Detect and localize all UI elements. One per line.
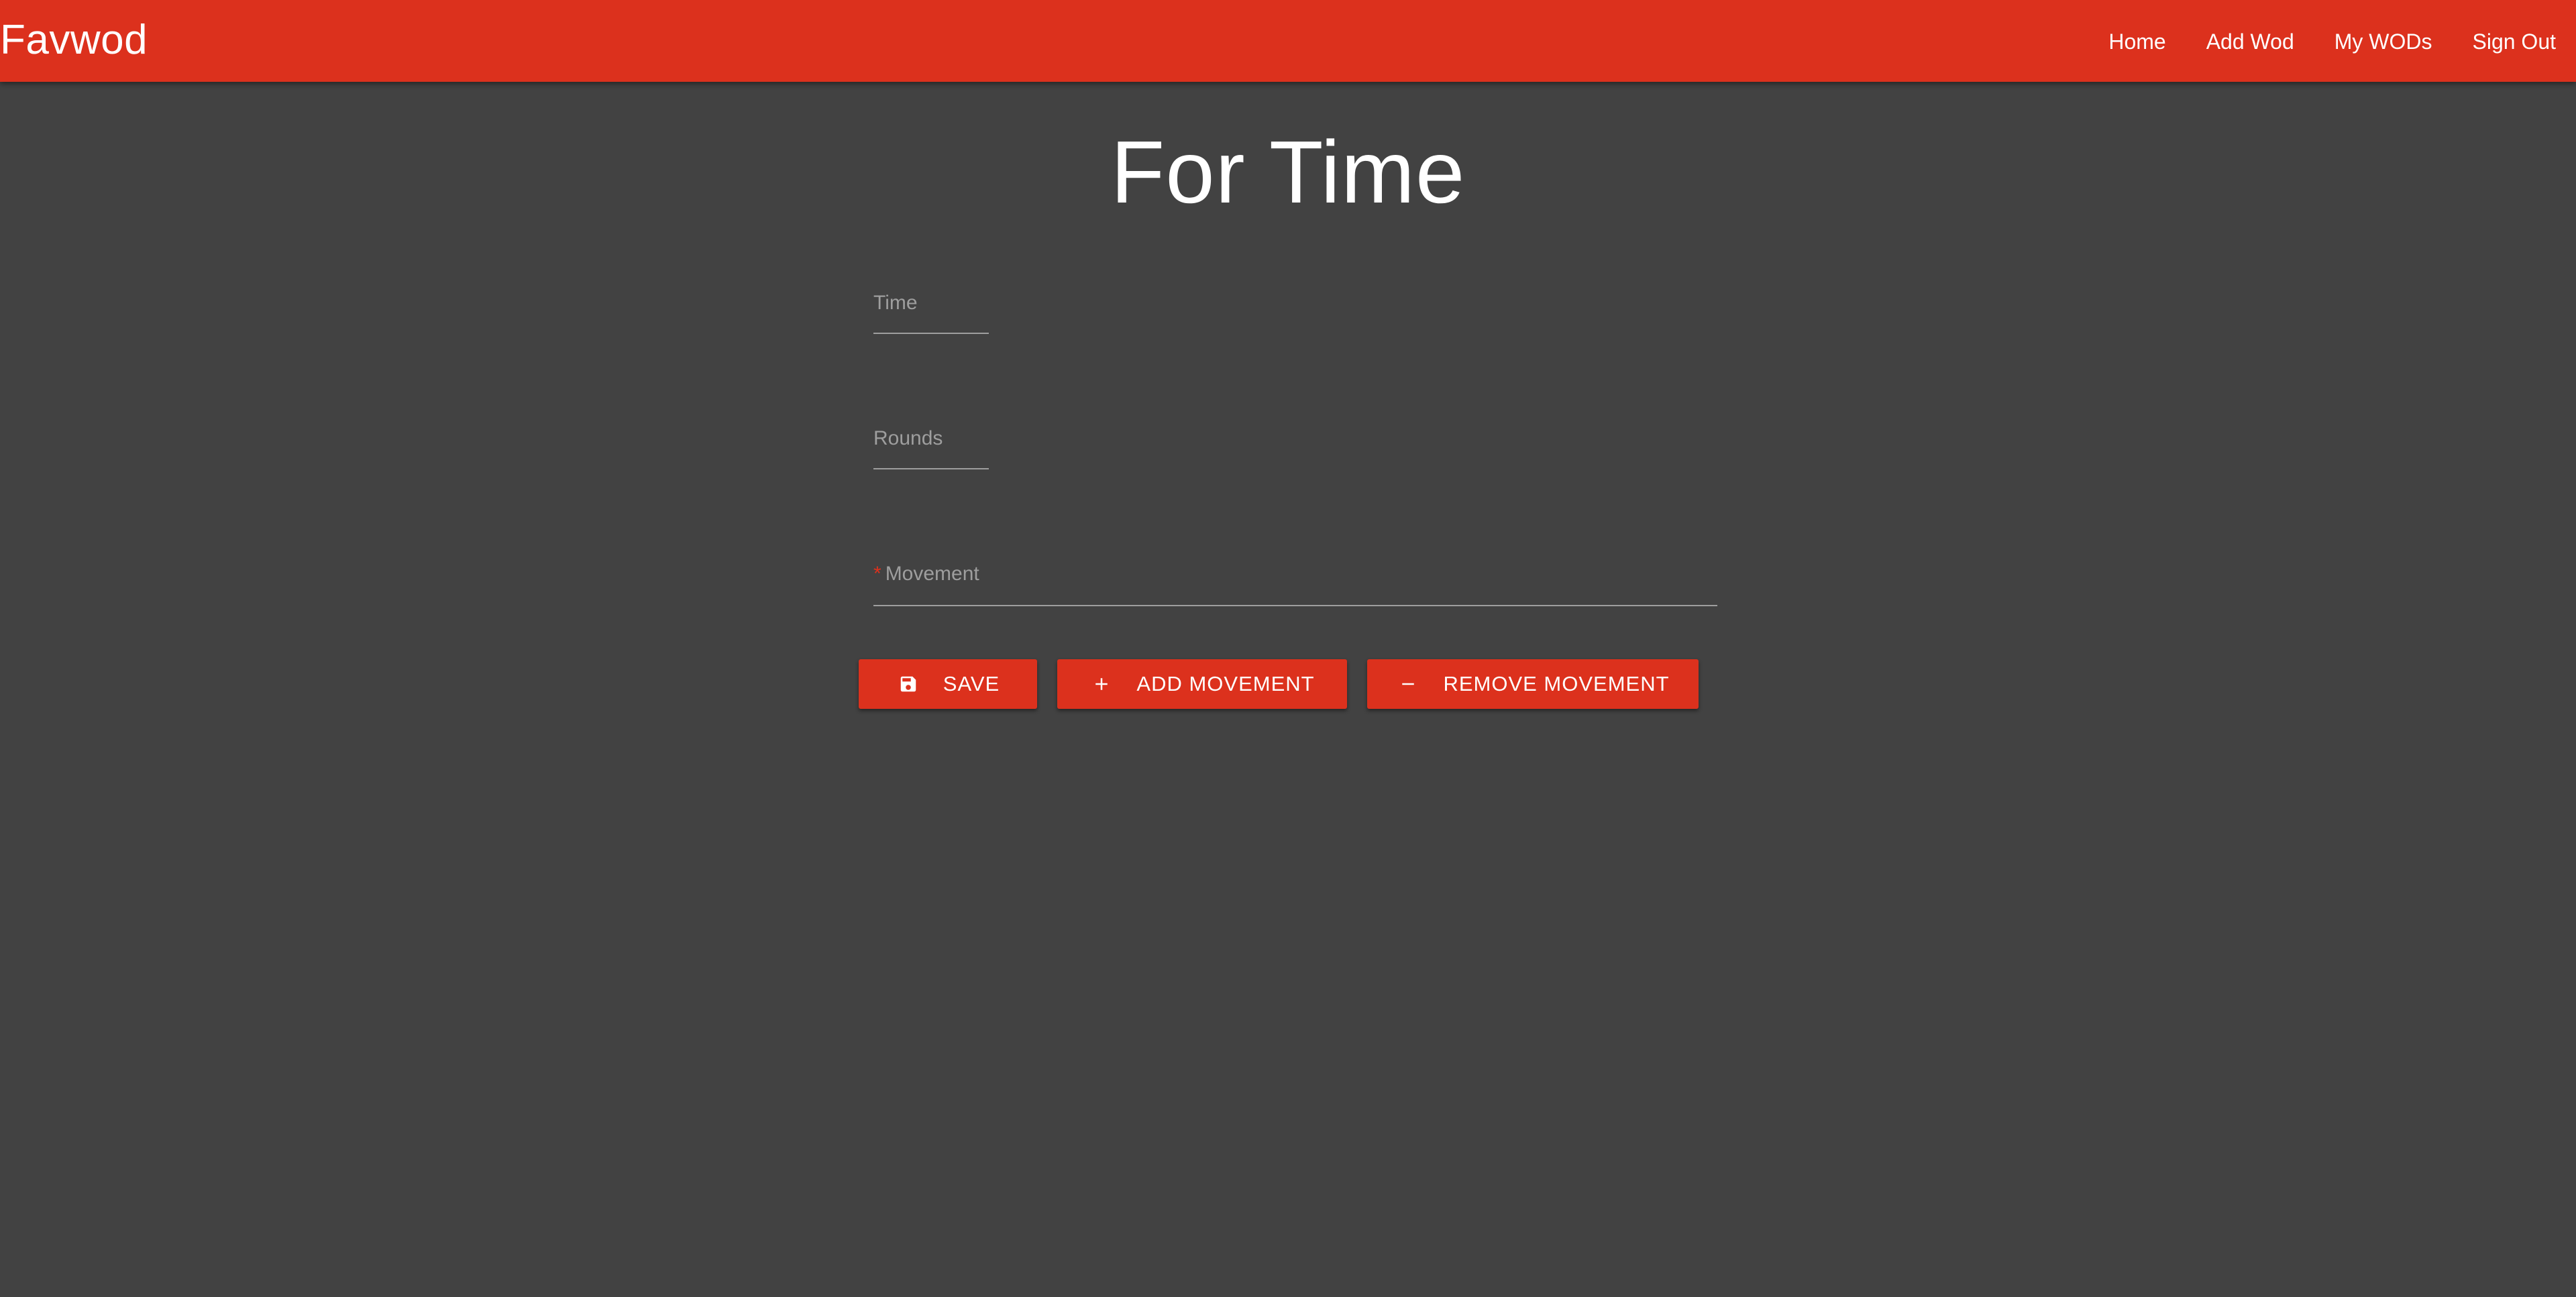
rounds-input[interactable] xyxy=(873,425,989,472)
save-button[interactable]: SAVE xyxy=(859,659,1037,709)
add-movement-button-label: ADD MOVEMENT xyxy=(1136,672,1315,695)
remove-movement-button[interactable]: REMOVE MOVEMENT xyxy=(1367,659,1699,709)
top-nav: Home Add Wod My WODs Sign Out xyxy=(2088,27,2556,56)
time-underline xyxy=(873,333,989,334)
minus-icon xyxy=(1396,672,1420,696)
nav-home[interactable]: Home xyxy=(2088,27,2186,56)
movement-input[interactable] xyxy=(873,561,1717,608)
remove-movement-button-label: REMOVE MOVEMENT xyxy=(1443,672,1670,695)
save-button-label: SAVE xyxy=(943,672,1000,695)
plus-icon xyxy=(1089,672,1114,696)
add-movement-button[interactable]: ADD MOVEMENT xyxy=(1057,659,1347,709)
nav-sign-out[interactable]: Sign Out xyxy=(2452,27,2556,56)
rounds-underline xyxy=(873,468,989,469)
time-input[interactable] xyxy=(873,290,989,337)
nav-my-wods[interactable]: My WODs xyxy=(2314,27,2453,56)
brand-logo[interactable]: Favwod xyxy=(0,16,148,64)
nav-add-wod[interactable]: Add Wod xyxy=(2186,27,2314,56)
page-title: For Time xyxy=(1110,123,1466,221)
floppy-disk-icon xyxy=(896,672,920,696)
movement-underline xyxy=(873,605,1717,606)
app-bar: Favwod Home Add Wod My WODs Sign Out xyxy=(0,0,2576,82)
